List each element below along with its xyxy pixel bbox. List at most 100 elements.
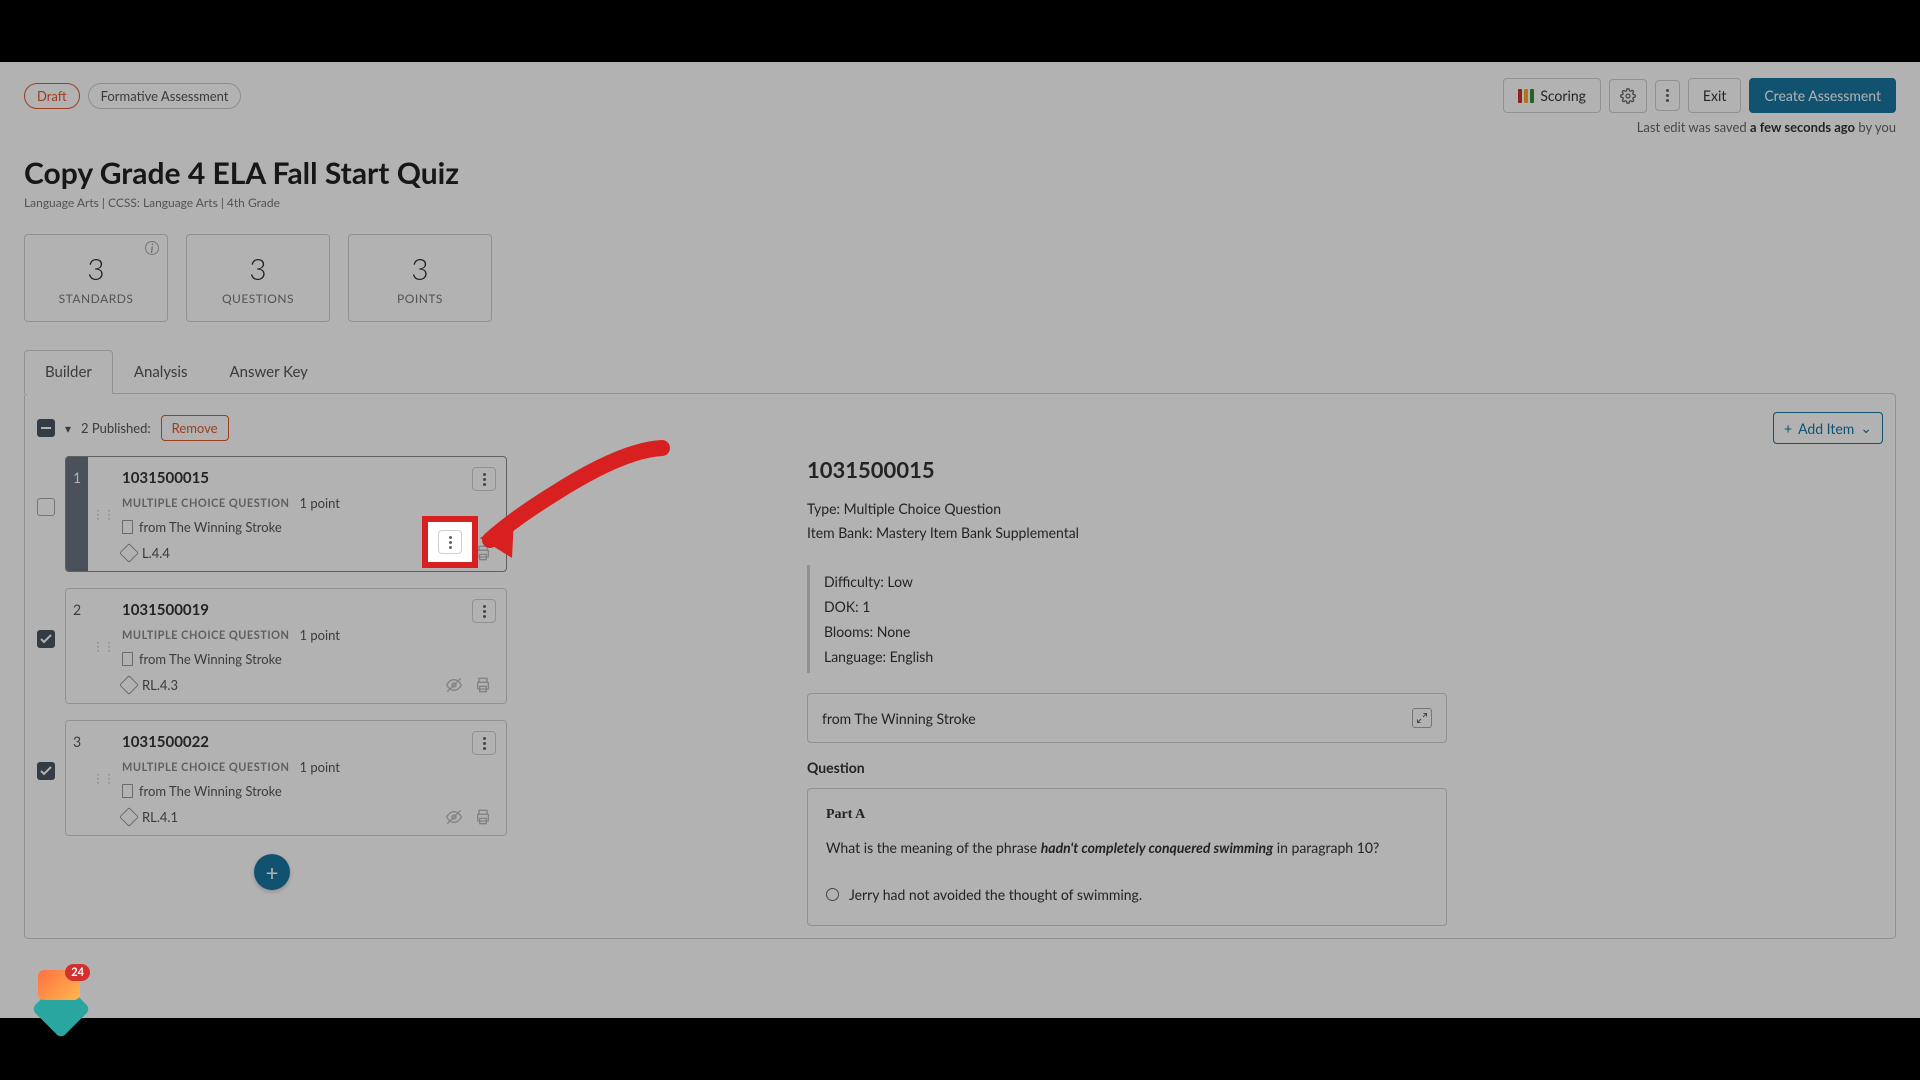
- print-icon[interactable]: [474, 677, 492, 693]
- answer-text: Jerry had not avoided the thought of swi…: [849, 886, 1142, 903]
- tab-analysis[interactable]: Analysis: [113, 350, 209, 394]
- item-points: 1 point: [300, 627, 340, 643]
- list-toolbar: ▾ 2 Published: Remove + Add Item ⌄: [37, 406, 1883, 456]
- chevron-down-icon[interactable]: ▾: [65, 421, 71, 436]
- eye-off-icon[interactable]: [444, 809, 464, 825]
- tag-icon: [119, 543, 139, 563]
- remove-button[interactable]: Remove: [161, 415, 229, 441]
- app-frame: Draft Formative Assessment Scoring Exit …: [0, 62, 1920, 1018]
- question-stem: What is the meaning of the phrase hadn't…: [826, 837, 1428, 860]
- item-type: MULTIPLE CHOICE QUESTION: [122, 761, 290, 774]
- annotation-highlight-box: [422, 516, 478, 568]
- item-type: MULTIPLE CHOICE QUESTION: [122, 629, 290, 642]
- highlighted-menu-button[interactable]: [438, 530, 462, 554]
- item-points: 1 point: [300, 759, 340, 775]
- item-id: 1031500019: [122, 601, 492, 619]
- item-menu-button[interactable]: [472, 599, 496, 623]
- radio-icon: [826, 888, 839, 901]
- stat-points[interactable]: 3 POINTS: [348, 234, 492, 322]
- eye-off-icon[interactable]: [444, 677, 464, 693]
- item-source: from The Winning Stroke: [139, 651, 282, 667]
- item-menu-button[interactable]: [472, 731, 496, 755]
- stat-standards[interactable]: i 3 STANDARDS: [24, 234, 168, 322]
- create-assessment-button[interactable]: Create Assessment: [1749, 78, 1896, 113]
- add-fab[interactable]: +: [254, 854, 290, 890]
- page-title: Copy Grade 4 ELA Fall Start Quiz: [24, 155, 1896, 191]
- stat-label: STANDARDS: [59, 291, 134, 306]
- expand-icon[interactable]: [1412, 708, 1432, 728]
- published-count: 2 Published:: [81, 420, 151, 436]
- item-checkbox[interactable]: [37, 630, 55, 648]
- settings-button[interactable]: [1609, 79, 1647, 113]
- drag-handle-icon[interactable]: ⋮⋮: [92, 639, 114, 654]
- part-label: Part A: [826, 807, 1428, 823]
- print-icon[interactable]: [474, 809, 492, 825]
- more-vertical-icon: [1666, 89, 1669, 102]
- item-checkbox[interactable]: [37, 498, 55, 516]
- scoring-button[interactable]: Scoring: [1503, 78, 1601, 113]
- more-vertical-icon: [483, 605, 486, 618]
- item-card[interactable]: 2 ⋮⋮ 1031500019 MULTIPLE CHOICE QUESTION…: [65, 588, 507, 704]
- add-item-button[interactable]: + Add Item ⌄: [1773, 412, 1883, 444]
- question-box: Part A What is the meaning of the phrase…: [807, 788, 1447, 926]
- item-points: 1 point: [300, 495, 340, 511]
- chat-front-shape: 24: [38, 970, 80, 1000]
- draft-badge: Draft: [24, 83, 80, 109]
- stat-value: 3: [411, 251, 428, 287]
- page-subtitle: Language Arts | CCSS: Language Arts | 4t…: [24, 195, 1896, 210]
- info-icon[interactable]: i: [145, 241, 159, 255]
- detail-type: Type: Multiple Choice Question: [807, 497, 1447, 521]
- stat-questions[interactable]: 3 QUESTIONS: [186, 234, 330, 322]
- content-row: 1 ⋮⋮ 1031500015 MULTIPLE CHOICE QUESTION…: [37, 456, 1883, 926]
- tab-builder[interactable]: Builder: [24, 350, 113, 394]
- attr-language: Language: English: [824, 644, 1447, 669]
- tabs: Builder Analysis Answer Key: [0, 322, 1920, 394]
- stat-value: 3: [249, 251, 266, 287]
- letterbox-bottom: [0, 1018, 1920, 1080]
- detail-item-id: 1031500015: [807, 456, 1447, 483]
- tab-answer-key[interactable]: Answer Key: [209, 350, 329, 394]
- item-number: 1: [66, 457, 88, 571]
- answer-option[interactable]: Jerry had not avoided the thought of swi…: [826, 882, 1428, 907]
- item-number: 3: [66, 721, 88, 835]
- drag-handle-icon[interactable]: ⋮⋮: [92, 507, 114, 522]
- annotation-arrow: [472, 440, 682, 590]
- tag-icon: [119, 807, 139, 827]
- item-id: 1031500015: [122, 469, 492, 487]
- drag-handle-icon[interactable]: ⋮⋮: [92, 771, 114, 786]
- more-vertical-icon: [483, 737, 486, 750]
- attr-blooms: Blooms: None: [824, 619, 1447, 644]
- document-icon: [122, 520, 133, 534]
- attr-dok: DOK: 1: [824, 594, 1447, 619]
- last-edit-status: Last edit was saved a few seconds ago by…: [0, 113, 1920, 135]
- gear-icon: [1620, 88, 1636, 104]
- item-card[interactable]: 3 ⋮⋮ 1031500022 MULTIPLE CHOICE QUESTION…: [65, 720, 507, 836]
- passage-box: from The Winning Stroke: [807, 693, 1447, 743]
- tag-icon: [119, 675, 139, 695]
- document-icon: [122, 784, 133, 798]
- plus-icon: +: [1784, 420, 1792, 437]
- question-heading: Question: [807, 759, 1447, 776]
- more-vertical-icon: [449, 536, 452, 549]
- chevron-down-icon: ⌄: [1860, 419, 1872, 437]
- toolbar-actions: Scoring Exit Create Assessment: [1503, 78, 1896, 113]
- item-checkbox[interactable]: [37, 762, 55, 780]
- top-toolbar: Draft Formative Assessment Scoring Exit …: [0, 62, 1920, 113]
- item-body: 1031500022 MULTIPLE CHOICE QUESTION 1 po…: [88, 721, 506, 835]
- document-icon: [122, 652, 133, 666]
- bulk-select-checkbox[interactable]: [37, 419, 55, 437]
- item-id: 1031500022: [122, 733, 492, 751]
- attr-difficulty: Difficulty: Low: [824, 569, 1447, 594]
- letterbox-top: [0, 0, 1920, 62]
- card-actions: [444, 809, 492, 825]
- item-standard: L.4.4: [142, 545, 170, 561]
- more-menu-button[interactable]: [1655, 80, 1680, 111]
- item-row: 3 ⋮⋮ 1031500022 MULTIPLE CHOICE QUESTION…: [37, 720, 507, 836]
- exit-button[interactable]: Exit: [1688, 78, 1741, 113]
- passage-title: from The Winning Stroke: [822, 710, 976, 727]
- chat-widget[interactable]: 24: [38, 970, 80, 1000]
- scoring-label: Scoring: [1540, 87, 1586, 104]
- workspace-panel: ▾ 2 Published: Remove + Add Item ⌄ 1 ⋮⋮: [24, 393, 1896, 939]
- item-type: MULTIPLE CHOICE QUESTION: [122, 497, 290, 510]
- plus-icon: +: [266, 859, 279, 886]
